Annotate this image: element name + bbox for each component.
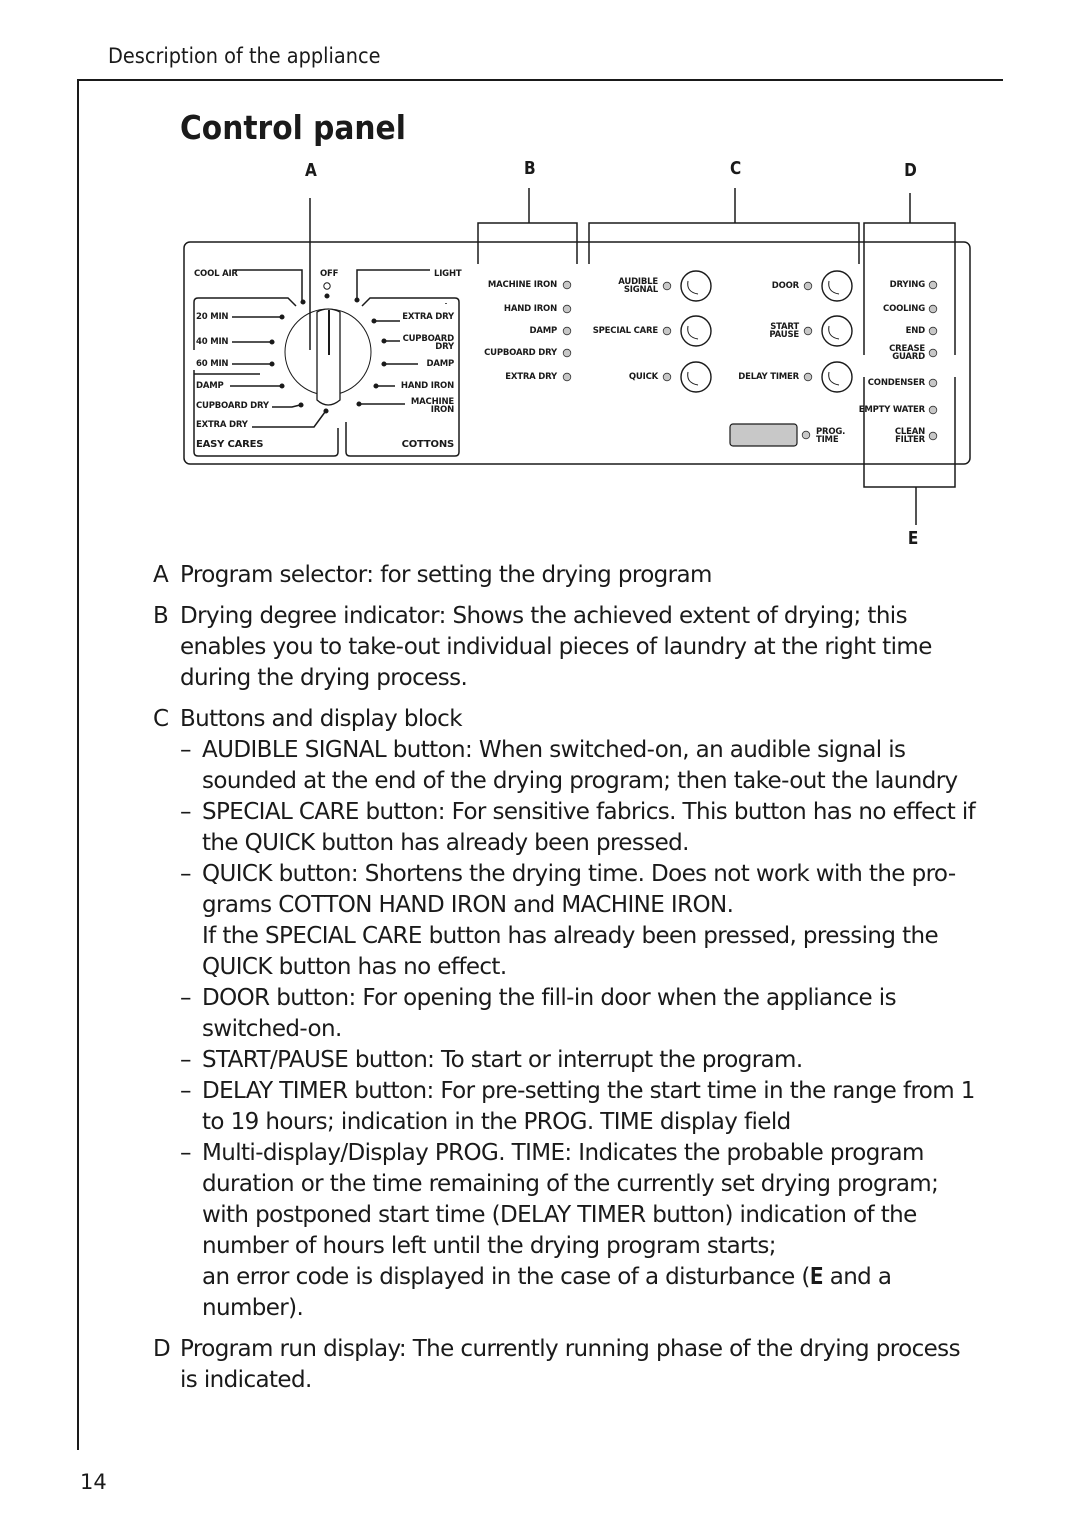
selector-easy-60min: 60 MIN <box>196 359 229 369</box>
callout-b-bracket <box>477 222 578 264</box>
degree-machine-iron: MACHINE IRON <box>487 280 557 290</box>
control-panel-diagram: A B C D E COOL AIR OFF LIGHT 20 MIN 40 M… <box>0 0 1080 560</box>
sub-item: – SPECIAL CARE button: For sensitive fabr… <box>180 799 976 856</box>
quick-button <box>680 361 712 393</box>
selector-cool-air: COOL AIR <box>194 269 238 279</box>
selector-cotton-hand-iron: HAND IRON <box>400 381 454 391</box>
selector-easy-damp: DAMP <box>196 381 224 391</box>
description-key: D <box>153 1336 171 1362</box>
label-door: DOOR <box>771 281 799 291</box>
quick-note: If the SPECIAL CARE button has already b… <box>202 923 939 980</box>
special-care-button <box>680 315 712 347</box>
prog-time-display <box>729 423 798 447</box>
audible-signal-button <box>680 270 712 302</box>
callout-c-bracket <box>588 222 860 264</box>
label-quick: QUICK <box>628 372 658 382</box>
description-c: C Buttons and display block – AUDIBLE SIG… <box>150 704 980 1324</box>
run-end: END <box>905 326 926 336</box>
warning-condenser: CONDENSER <box>867 378 925 388</box>
selector-easy-40min: 40 MIN <box>196 337 229 347</box>
selector-easy-extra-dry: EXTRA DRY <box>196 420 248 430</box>
description-d: D Program run display: The currently run… <box>150 1334 980 1396</box>
run-crease-guard: CREASE GUARD <box>889 344 925 362</box>
run-drying: DRYING <box>889 280 926 290</box>
sub-item: – START/PAUSE button: To start or interru… <box>180 1047 803 1073</box>
sub-item: – AUDIBLE SIGNAL button: When switched-on… <box>180 737 958 794</box>
selector-cotton-machine-iron: MACHINE IRON <box>410 397 454 415</box>
selector-off: OFF <box>320 269 339 279</box>
description-text: Drying degree indicator: Shows the achie… <box>180 603 932 691</box>
sub-item: – DOOR button: For opening the fill-in do… <box>180 985 897 1042</box>
selector-light: LIGHT <box>434 269 462 279</box>
descriptions: A Program selector: for setting the dryi… <box>150 560 980 1406</box>
degree-extra-dry: EXTRA DRY <box>505 372 557 382</box>
description-key: A <box>153 562 169 588</box>
indicator-leds <box>562 280 938 441</box>
selector-cotton-extra-dry: EXTRA DRY <box>402 312 454 322</box>
degree-damp: DAMP <box>529 326 557 336</box>
start-pause-button <box>821 315 853 347</box>
delay-timer-button <box>821 361 853 393</box>
label-audible-signal: AUDIBLE SIGNAL <box>618 277 658 295</box>
description-key: C <box>153 706 169 732</box>
callout-b: B <box>524 158 536 179</box>
callout-c: C <box>729 158 742 179</box>
callout-a: A <box>305 160 317 181</box>
label-special-care: SPECIAL CARE <box>592 326 658 336</box>
label-start-pause: START PAUSE <box>769 322 799 340</box>
degree-hand-iron: HAND IRON <box>503 304 557 314</box>
description-text: Program selector: for setting the drying… <box>180 562 712 588</box>
warning-clean-filter: CLEAN FILTER <box>894 427 925 445</box>
description-b: B Drying degree indicator: Shows the ach… <box>150 601 980 694</box>
easy-cares-top <box>193 297 297 310</box>
degree-cupboard-dry: CUPBOARD DRY <box>484 348 557 358</box>
label-prog-time: PROG. TIME <box>816 427 846 445</box>
page-number: 14 <box>80 1470 107 1494</box>
error-note: an error code is displayed in the case o… <box>202 1264 892 1321</box>
description-key: B <box>153 603 169 629</box>
selector-cotton-damp: DAMP <box>426 359 454 369</box>
error-code-glyph-icon: E <box>809 1264 824 1290</box>
selector-group-cottons: COTTONS <box>401 439 455 450</box>
selector-group-easy-cares: EASY CARES <box>196 439 264 450</box>
description-text: Program run display: The currently runni… <box>180 1336 961 1393</box>
selector-cotton-cupboard-dry: CUPBOARD DRY <box>402 334 455 352</box>
selector-easy-cupboard-dry: CUPBOARD DRY <box>196 401 269 411</box>
run-cooling: COOLING <box>883 304 925 314</box>
selector-easy-20min: 20 MIN <box>196 312 229 322</box>
description-a: A Program selector: for setting the dryi… <box>150 560 980 591</box>
callout-e: E <box>907 528 919 549</box>
sub-item: – QUICK button: Shortens the drying time.… <box>180 859 980 983</box>
callout-d: D <box>904 160 917 181</box>
warning-empty-water: EMPTY WATER <box>858 405 925 415</box>
description-text: Buttons and display block <box>180 706 463 732</box>
label-delay-timer: DELAY TIMER <box>738 372 799 382</box>
door-button <box>821 270 853 302</box>
sub-item: – DELAY TIMER button: For pre-setting the… <box>180 1078 975 1135</box>
sub-item: – Multi-display/Display PROG. TIME: Indic… <box>180 1138 980 1324</box>
